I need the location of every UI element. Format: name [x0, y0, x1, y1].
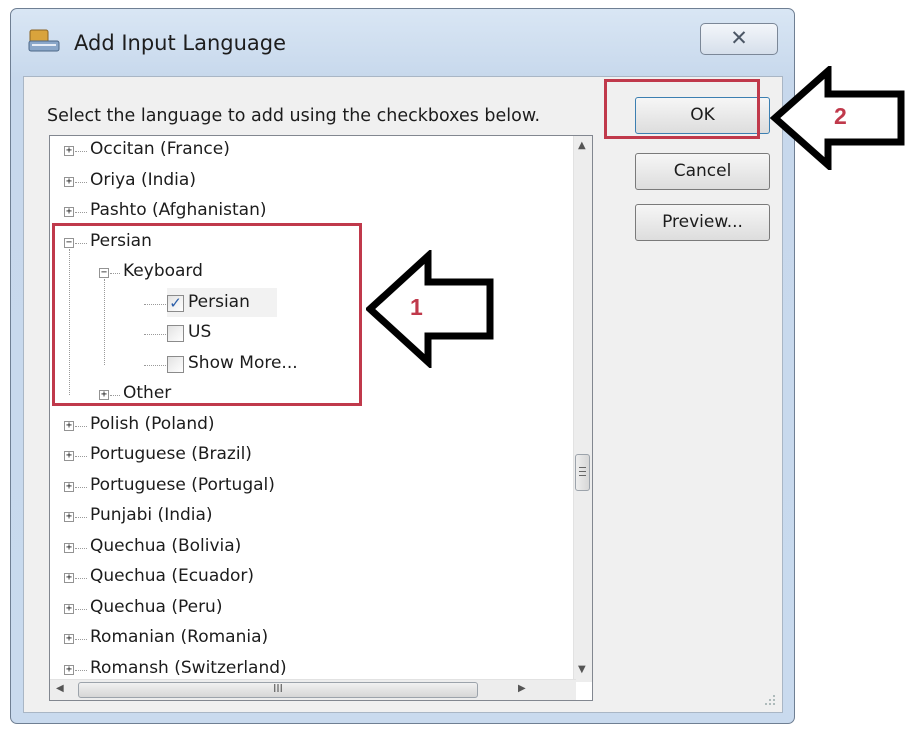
close-button[interactable]: ✕	[700, 23, 778, 55]
title-bar: Add Input Language ✕	[11, 9, 794, 79]
tree-connector	[75, 212, 87, 213]
resize-grip-icon[interactable]	[764, 694, 776, 706]
tree-item-label: Quechua (Ecuador)	[90, 566, 255, 586]
preview-button[interactable]: Preview...	[635, 204, 770, 241]
annotation-arrow-1-icon	[366, 250, 494, 368]
tree-connector	[75, 456, 87, 457]
tree-connector	[75, 151, 87, 152]
highlight-box-ok	[604, 79, 760, 139]
expand-icon[interactable]: +	[64, 573, 74, 583]
keyboard-language-icon	[28, 29, 60, 52]
close-icon: ✕	[730, 26, 748, 50]
tree-connector	[75, 487, 87, 488]
tree-connector	[75, 670, 87, 671]
expand-icon[interactable]: +	[64, 604, 74, 614]
expand-icon[interactable]: +	[64, 146, 74, 156]
tree-item-label: Pashto (Afghanistan)	[90, 200, 267, 220]
tree-connector	[75, 639, 87, 640]
cancel-button[interactable]: Cancel	[635, 153, 770, 190]
tree-item-language[interactable]: + Portuguese (Portugal)	[50, 474, 570, 504]
tree-item-label: Punjabi (India)	[90, 505, 213, 525]
expand-icon[interactable]: +	[64, 543, 74, 553]
tree-item-language[interactable]: + Portuguese (Brazil)	[50, 443, 570, 473]
tree-item-label: Oriya (India)	[90, 170, 196, 190]
scroll-down-icon[interactable]: ▼	[578, 664, 586, 675]
tree-connector	[75, 517, 87, 518]
expand-icon[interactable]: +	[64, 177, 74, 187]
expand-icon[interactable]: +	[64, 207, 74, 217]
language-tree[interactable]: ▲ ▼ ◀ III ▶ + Occitan (France) + Oriya (Ind…	[49, 135, 593, 701]
dialog-title: Add Input Language	[74, 31, 287, 55]
tree-item-language[interactable]: + Occitan (France)	[50, 138, 570, 168]
tree-item-language[interactable]: + Quechua (Peru)	[50, 596, 570, 626]
expand-icon[interactable]: +	[64, 451, 74, 461]
annotation-marker-1: 1	[410, 294, 423, 320]
tree-item-language[interactable]: + Oriya (India)	[50, 169, 570, 199]
tree-item-label: Occitan (France)	[90, 139, 230, 159]
tree-item-label: Portuguese (Brazil)	[90, 444, 252, 464]
tree-item-label: Romanian (Romania)	[90, 627, 269, 647]
vertical-scrollbar[interactable]: ▲ ▼	[573, 136, 592, 682]
tree-connector	[75, 182, 87, 183]
tree-item-label: Portuguese (Portugal)	[90, 475, 275, 495]
expand-icon[interactable]: +	[64, 634, 74, 644]
tree-item-language[interactable]: + Quechua (Bolivia)	[50, 535, 570, 565]
scroll-up-icon[interactable]: ▲	[578, 140, 586, 151]
expand-icon[interactable]: +	[64, 421, 74, 431]
tree-item-language[interactable]: + Quechua (Ecuador)	[50, 565, 570, 595]
tree-item-label: Romansh (Switzerland)	[90, 658, 287, 678]
expand-icon[interactable]: +	[64, 665, 74, 675]
annotation-marker-2: 2	[834, 103, 847, 129]
tree-connector	[75, 578, 87, 579]
tree-connector	[75, 609, 87, 610]
highlight-box-persian	[52, 223, 362, 406]
instruction-text: Select the language to add using the che…	[47, 106, 541, 126]
tree-item-language[interactable]: + Romansh (Switzerland)	[50, 657, 570, 687]
tree-item-label: Quechua (Peru)	[90, 597, 223, 617]
tree-item-label: Polish (Poland)	[90, 414, 215, 434]
vertical-scroll-thumb[interactable]	[575, 454, 590, 491]
tree-item-language[interactable]: + Punjabi (India)	[50, 504, 570, 534]
tree-item-language[interactable]: + Polish (Poland)	[50, 413, 570, 443]
tree-connector	[75, 548, 87, 549]
tree-item-label: Quechua (Bolivia)	[90, 536, 242, 556]
tree-item-language[interactable]: + Romanian (Romania)	[50, 626, 570, 656]
tree-connector	[75, 426, 87, 427]
expand-icon[interactable]: +	[64, 512, 74, 522]
expand-icon[interactable]: +	[64, 482, 74, 492]
